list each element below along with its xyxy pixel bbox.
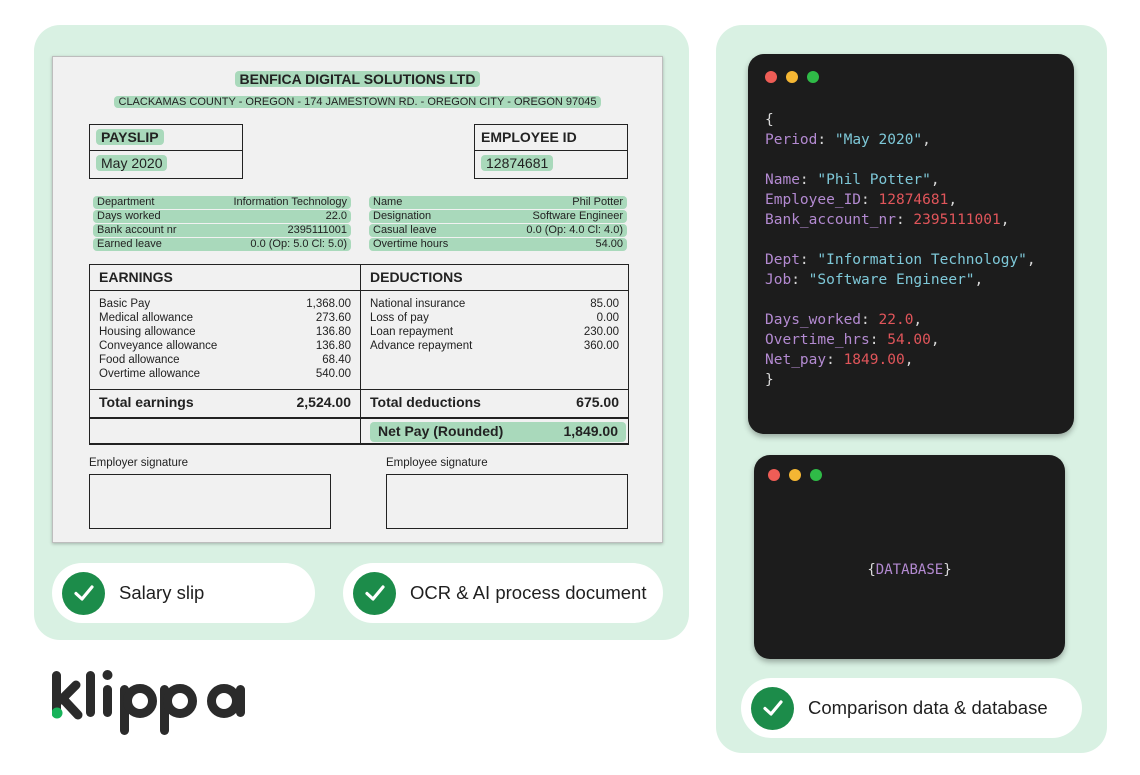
info-row: Overtime hours 54.00 <box>369 238 627 251</box>
earning-row: Conveyance allowance 136.80 <box>99 340 351 352</box>
payslip-label: PAYSLIP <box>96 129 164 145</box>
deduction-row: Advance repayment 360.00 <box>370 340 619 352</box>
step-label: Salary slip <box>119 582 205 603</box>
check-icon <box>353 571 396 615</box>
check-icon <box>751 686 794 730</box>
company-name: BENFICA DIGITAL SOLUTIONS LTD <box>53 71 662 87</box>
deduction-row: Loss of pay 0.00 <box>370 312 619 324</box>
net-pay-row: Net Pay (Rounded) 1,849.00 <box>89 417 629 445</box>
logo-dot-icon <box>51 707 63 719</box>
window-dots <box>768 469 822 481</box>
klippa-logo <box>51 667 257 744</box>
json-code: { Period: "May 2020", Name: "Phil Potter… <box>765 112 1036 388</box>
info-row: Earned leave 0.0 (Op: 5.0 Cl: 5.0) <box>93 238 351 251</box>
deduction-row: National insurance 85.00 <box>370 298 619 310</box>
company-address: CLACKAMAS COUNTY - OREGON - 174 JAMESTOW… <box>53 96 662 108</box>
info-row: Designation Software Engineer <box>369 210 627 223</box>
step-label: OCR & AI process document <box>410 582 647 603</box>
payslip-document: BENFICA DIGITAL SOLUTIONS LTD CLACKAMAS … <box>52 56 663 543</box>
close-dot-icon <box>768 469 780 481</box>
deduction-row: Loan repayment 230.00 <box>370 326 619 338</box>
employee-signature-label: Employee signature <box>386 457 488 469</box>
minimize-dot-icon <box>786 71 798 83</box>
window-dots <box>765 71 819 83</box>
json-terminal: { Period: "May 2020", Name: "Phil Potter… <box>748 54 1074 434</box>
earning-row: Medical allowance 273.60 <box>99 312 351 324</box>
info-row: Days worked 22.0 <box>93 210 351 223</box>
payslip-period: May 2020 <box>96 155 168 171</box>
step-label: Comparison data & database <box>808 697 1048 718</box>
total-earnings-row: Total earnings 2,524.00 <box>90 389 360 416</box>
net-pay-highlight: Net Pay (Rounded) 1,849.00 <box>370 422 626 442</box>
employer-signature-label: Employer signature <box>89 457 189 469</box>
payslip-period-box: PAYSLIP May 2020 <box>89 124 243 179</box>
employee-id-label: EMPLOYEE ID <box>481 129 577 145</box>
close-dot-icon <box>765 71 777 83</box>
earning-row: Overtime allowance 540.00 <box>99 368 351 380</box>
employee-id-value: 12874681 <box>481 155 554 171</box>
info-row: Bank account nr 2395111001 <box>93 224 351 237</box>
step-salary-slip: Salary slip <box>52 563 315 623</box>
net-pay-value: 1,849.00 <box>563 423 619 439</box>
info-row: Casual leave 0.0 (Op: 4.0 Cl: 4.0) <box>369 224 627 237</box>
maximize-dot-icon <box>810 469 822 481</box>
earning-row: Basic Pay 1,368.00 <box>99 298 351 310</box>
earning-row: Food allowance 68.40 <box>99 354 351 366</box>
check-icon <box>62 571 105 615</box>
employee-signature-box <box>386 474 628 529</box>
maximize-dot-icon <box>807 71 819 83</box>
info-row: Name Phil Potter <box>369 196 627 209</box>
info-row: Department Information Technology <box>93 196 351 209</box>
total-deductions-row: Total deductions 675.00 <box>361 389 628 416</box>
step-ocr: OCR & AI process document <box>343 563 663 623</box>
step-comparison: Comparison data & database <box>741 678 1082 738</box>
net-pay-label: Net Pay (Rounded) <box>378 423 504 439</box>
earnings-header: EARNINGS <box>90 265 360 291</box>
employee-info-left: Department Information Technology Days wo… <box>93 196 351 252</box>
employee-id-box: EMPLOYEE ID 12874681 <box>474 124 628 179</box>
deductions-header: DEDUCTIONS <box>361 265 628 291</box>
minimize-dot-icon <box>789 469 801 481</box>
employee-info-right: Name Phil Potter Designation Software Engi… <box>369 196 627 252</box>
database-label: {DATABASE} <box>867 562 952 578</box>
database-terminal: {DATABASE} <box>754 455 1065 659</box>
employer-signature-box <box>89 474 331 529</box>
earning-row: Housing allowance 136.80 <box>99 326 351 338</box>
